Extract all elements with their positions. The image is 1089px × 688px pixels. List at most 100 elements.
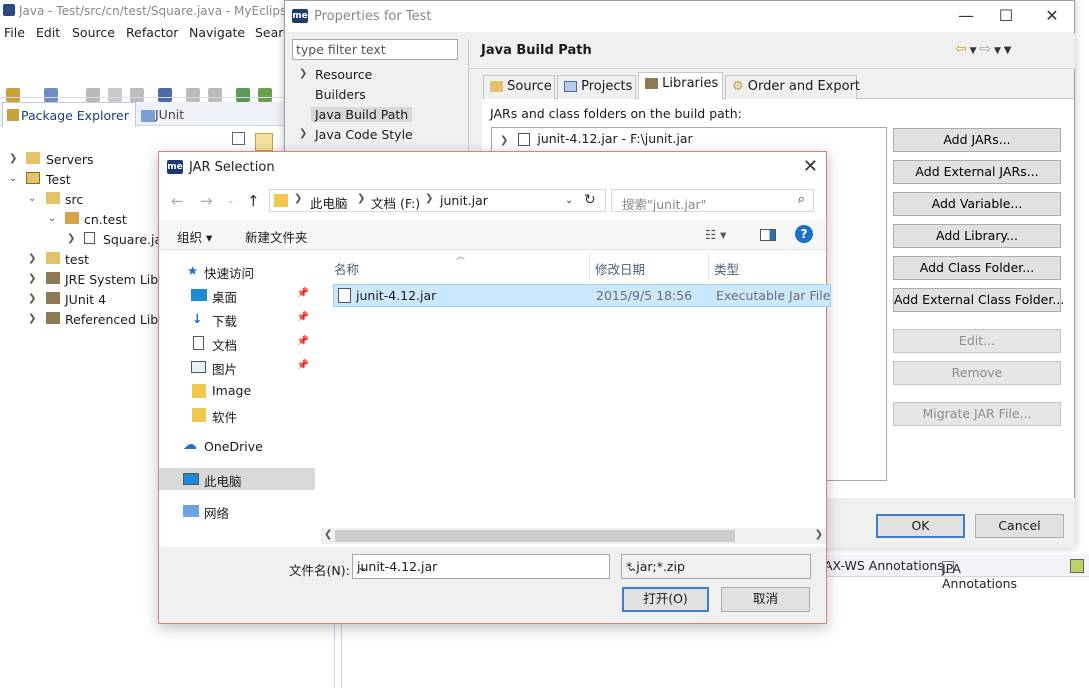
list-item[interactable]: ❯ junit-4.12.jar - F:\junit.jar	[500, 131, 693, 146]
nav-image[interactable]: Image	[159, 380, 315, 402]
tab-source[interactable]: Source	[483, 75, 555, 99]
expand-arrow-icon[interactable]: ❯	[28, 313, 36, 324]
view-options-icon[interactable]: ☷ ▾	[705, 227, 726, 242]
breadcrumb-separator-icon[interactable]: ❯	[425, 193, 433, 204]
breadcrumb-junit[interactable]: junit.jar	[440, 193, 488, 208]
link-with-editor-icon[interactable]	[254, 132, 273, 151]
add-variable-button[interactable]: Add Variable...	[893, 192, 1061, 216]
breadcrumb-drive[interactable]: 文档 (F:)	[371, 193, 420, 212]
organize-button[interactable]: 组织 ▾	[177, 227, 212, 246]
menu-refactor[interactable]: Refactor	[126, 25, 178, 40]
filename-input[interactable]: junit-4.12.jar ⌄	[352, 554, 610, 579]
up-icon[interactable]: ↑	[247, 192, 260, 210]
close-icon[interactable]: ✕	[1037, 6, 1067, 25]
pin-icon[interactable]: 📌	[297, 288, 309, 299]
collapse-arrow-icon[interactable]: ⌄	[9, 173, 17, 184]
refresh-icon[interactable]: ↻	[584, 192, 596, 208]
server-icon[interactable]	[258, 88, 272, 102]
expand-arrow-icon[interactable]: ❯	[299, 68, 307, 79]
add-jars-button[interactable]: Add JARs...	[893, 128, 1061, 152]
minimize-icon[interactable]: —	[951, 6, 981, 25]
expand-arrow-icon[interactable]: ❯	[28, 253, 36, 264]
chevron-down-icon[interactable]: ⌄	[357, 559, 603, 574]
collapse-arrow-icon[interactable]: ⌄	[28, 193, 36, 204]
print-icon[interactable]	[130, 88, 144, 102]
save-all-icon[interactable]	[108, 88, 122, 102]
new-icon[interactable]	[6, 88, 20, 102]
back-icon[interactable]: ⇦	[955, 41, 967, 57]
scroll-left-icon[interactable]: ❮	[324, 529, 332, 540]
chevron-down-icon[interactable]: ⌄	[565, 195, 573, 206]
column-modified[interactable]: 修改日期	[595, 259, 645, 278]
nav-downloads[interactable]: ↓ 下载 📌	[159, 308, 315, 330]
menu-source[interactable]: Source	[72, 25, 115, 40]
add-library-button[interactable]: Add Library...	[893, 224, 1061, 248]
menu-file[interactable]: File	[4, 25, 25, 40]
scroll-right-icon[interactable]: ❯	[815, 529, 823, 540]
back-icon[interactable]: ←	[171, 192, 184, 210]
save-icon[interactable]	[86, 88, 100, 102]
search-input[interactable]: 搜索"junit.jar" ⌕	[611, 189, 814, 212]
forward-icon[interactable]: →	[200, 192, 213, 210]
view-menu-icon[interactable]	[1070, 559, 1084, 573]
expand-arrow-icon[interactable]: ❯	[299, 128, 307, 139]
search-icon[interactable]: ⌕	[798, 192, 805, 207]
nav-onedrive[interactable]: ☁ OneDrive	[159, 436, 315, 458]
close-icon[interactable]: ✕	[803, 156, 818, 177]
migrate-jar-button[interactable]: Migrate JAR File...	[893, 402, 1061, 426]
nav-documents[interactable]: 文档 📌	[159, 332, 315, 354]
tab-jaxws-annotations[interactable]: AX-WS Annotations	[824, 558, 944, 573]
pin-icon[interactable]: 📌	[297, 312, 309, 323]
chevron-down-icon[interactable]: ▼	[991, 46, 1004, 56]
breadcrumb-separator-icon[interactable]: ❯	[294, 193, 302, 204]
nav-pictures[interactable]: 图片 📌	[159, 356, 315, 378]
collapse-arrow-icon[interactable]: ⌄	[48, 213, 56, 224]
nav-network[interactable]: 网络	[159, 500, 315, 522]
view-menu-icon[interactable]: ▼	[1004, 45, 1012, 56]
address-bar[interactable]: ❯ 此电脑 ❯ 文档 (F:) ❯ junit.jar ⌄ ↻	[269, 189, 606, 212]
forward-icon[interactable]: ⇨	[979, 41, 991, 57]
tab-order-and-export[interactable]: ⚙ Order and Export	[725, 75, 860, 99]
cancel-button[interactable]: 取消	[721, 587, 810, 612]
add-class-folder-button[interactable]: Add Class Folder...	[893, 256, 1061, 280]
help-icon[interactable]: ?	[795, 225, 813, 243]
maximize-icon[interactable]: ☐	[991, 6, 1021, 25]
undo-icon[interactable]	[186, 88, 200, 102]
cancel-button[interactable]: Cancel	[975, 514, 1064, 538]
tab-package-explorer[interactable]: Package Explorer	[2, 102, 136, 127]
expand-arrow-icon[interactable]: ❯	[67, 233, 75, 244]
column-divider[interactable]	[708, 253, 709, 281]
pin-icon[interactable]: 📌	[297, 336, 309, 347]
nav-software[interactable]: 软件	[159, 404, 315, 426]
expand-arrow-icon[interactable]: ❯	[500, 135, 508, 146]
column-divider[interactable]	[589, 253, 590, 281]
edit-button[interactable]: Edit...	[893, 329, 1061, 353]
scroll-thumb[interactable]	[335, 530, 735, 542]
file-row[interactable]: junit-4.12.jar 2015/9/5 18:56 Executable…	[333, 284, 831, 307]
expand-arrow-icon[interactable]: ❯	[9, 153, 17, 164]
expand-arrow-icon[interactable]: ❯	[28, 273, 36, 284]
ok-button[interactable]: OK	[876, 514, 965, 538]
filetype-select[interactable]: *.jar;*.zip ⌄	[621, 554, 811, 579]
redo-icon[interactable]	[208, 88, 222, 102]
remove-button[interactable]: Remove	[893, 361, 1061, 385]
new-folder-button[interactable]: 新建文件夹	[245, 227, 308, 246]
nav-quick-access[interactable]: ★ 快速访问	[159, 260, 315, 282]
tab-junit[interactable]: JUnit	[141, 107, 184, 122]
horizontal-scrollbar[interactable]: ❮ ❯	[321, 528, 826, 544]
menu-edit[interactable]: Edit	[36, 25, 60, 40]
chevron-down-icon[interactable]: ▼	[967, 46, 980, 56]
nav-this-pc[interactable]: 此电脑	[159, 468, 315, 490]
breadcrumb-this-pc[interactable]: 此电脑	[310, 193, 348, 212]
nav-desktop[interactable]: 桌面 📌	[159, 284, 315, 306]
menu-navigate[interactable]: Navigate	[189, 25, 245, 40]
column-name[interactable]: 名称	[334, 259, 359, 278]
filter-input[interactable]: type filter text	[292, 39, 458, 60]
open-button[interactable]: 打开(O)	[622, 587, 709, 612]
chevron-down-icon[interactable]: ⌄	[626, 559, 804, 574]
tab-libraries[interactable]: Libraries	[638, 72, 723, 99]
preview-pane-icon[interactable]	[760, 229, 776, 241]
collapse-all-icon[interactable]	[232, 132, 245, 145]
add-external-jars-button[interactable]: Add External JARs...	[893, 160, 1061, 184]
breadcrumb-separator-icon[interactable]: ❯	[357, 193, 365, 204]
